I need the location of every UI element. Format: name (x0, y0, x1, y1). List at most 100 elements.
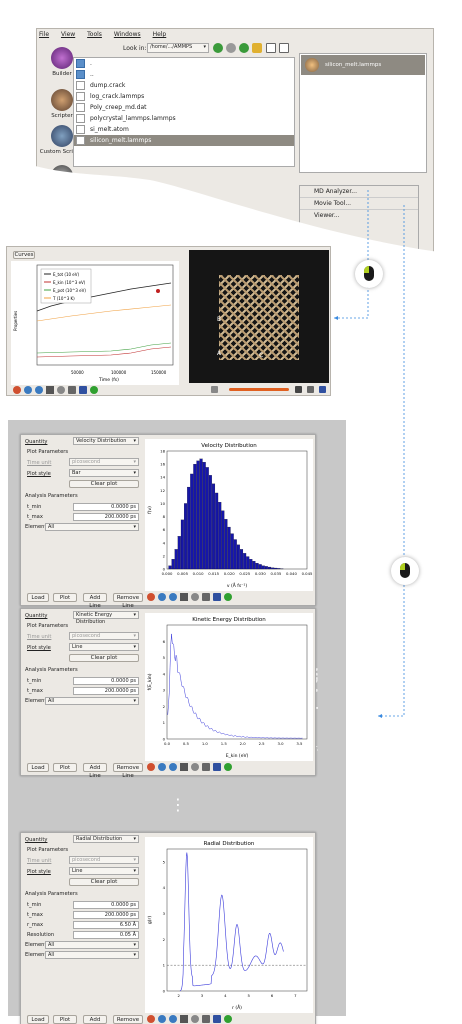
home-icon[interactable] (147, 763, 155, 771)
histogram-bar (271, 567, 275, 570)
configure-icon[interactable] (202, 1015, 210, 1023)
param-field[interactable]: 200.0000 ps (73, 513, 139, 521)
element-combo[interactable]: All (45, 951, 139, 959)
param-field[interactable]: 0.0000 ps (73, 901, 139, 909)
time-unit-combo: picosecond (69, 856, 139, 864)
plot-button[interactable]: Plot (53, 763, 77, 772)
y-tick-label: 4 (163, 885, 166, 890)
histogram-bar (230, 533, 234, 570)
load-button[interactable]: Load (27, 1015, 49, 1024)
param-field[interactable]: 200.0000 ps (73, 687, 139, 695)
remove-line-button[interactable]: Remove Line (113, 763, 143, 779)
check-icon[interactable] (224, 763, 232, 771)
plot-toolbar (147, 1015, 232, 1024)
add-line-button[interactable]: Add Line (83, 593, 107, 609)
x-tick-label: 0.035 (270, 571, 281, 576)
clear-plot-button[interactable]: Clear plot (69, 654, 139, 662)
zoom-icon[interactable] (191, 763, 199, 771)
clear-plot-button[interactable]: Clear plot (69, 480, 139, 488)
forward-icon[interactable] (169, 763, 177, 771)
histogram-bar (277, 568, 281, 570)
back-icon[interactable] (158, 593, 166, 601)
x-tick-label: 2 (177, 993, 180, 998)
md-analyzer-panel: Quantity Velocity Distribution Plot Parame… (20, 434, 316, 609)
time-unit-label: Time unit (27, 460, 52, 466)
y-tick-label: 5 (163, 655, 166, 660)
y-tick-label: 3 (163, 911, 166, 916)
histogram-bar (236, 544, 240, 570)
check-icon[interactable] (224, 1015, 232, 1023)
plot-style-combo[interactable]: Line (69, 867, 139, 875)
x-tick-label: 3 (201, 993, 204, 998)
element-label: Element (25, 698, 47, 704)
plot-button[interactable]: Plot (53, 1015, 77, 1024)
forward-icon[interactable] (169, 1015, 177, 1023)
plot-params-heading: Plot Parameters (27, 449, 69, 455)
plot-style-combo[interactable]: Line (69, 643, 139, 651)
save-icon[interactable] (213, 593, 221, 601)
element-combo[interactable]: All (45, 941, 139, 949)
quantity-combo[interactable]: Radial Distribution (73, 835, 139, 843)
param-field[interactable]: 200.0000 ps (73, 911, 139, 919)
remove-line-button[interactable]: Remove Line (113, 593, 143, 609)
param-field[interactable]: 0.0000 ps (73, 677, 139, 685)
element-combo[interactable]: All (45, 697, 139, 705)
plot-title: Velocity Distribution (201, 443, 257, 449)
param-field[interactable]: 0.05 Å (73, 931, 139, 939)
zoom-icon[interactable] (191, 1015, 199, 1023)
back-icon[interactable] (158, 1015, 166, 1023)
x-tick-label: 6 (271, 993, 274, 998)
remove-line-button[interactable]: Remove Line (113, 1015, 143, 1024)
load-button[interactable]: Load (27, 593, 49, 602)
histogram-bar (218, 502, 222, 570)
x-tick-label: 0.015 (208, 571, 219, 576)
clear-plot-button[interactable]: Clear plot (69, 878, 139, 886)
analysis-params-heading: Analysis Parameters (25, 493, 78, 499)
x-tick-label: 0.0 (164, 741, 171, 746)
pan-icon[interactable] (180, 1015, 188, 1023)
mouse-click-icon (391, 557, 419, 585)
param-label: t_min (27, 678, 42, 684)
quantity-label: Quantity (25, 613, 48, 619)
distribution-plot-svg: Radial Distribution 2 3 4 5 6 7 0 1 2 3 4 5 r (Å) g(r) (147, 841, 308, 1011)
back-icon[interactable] (158, 763, 166, 771)
element-combo[interactable]: All (45, 523, 139, 531)
histogram-bar (184, 503, 188, 570)
y-axis-label: f(v) (147, 506, 153, 514)
x-tick-label: 2.0 (240, 741, 247, 746)
pan-icon[interactable] (180, 763, 188, 771)
param-field[interactable]: 0.0000 ps (73, 503, 139, 511)
plot-style-combo[interactable]: Bar (69, 469, 139, 477)
add-line-button[interactable]: Add Line (83, 1015, 107, 1024)
y-tick-label: 6 (163, 527, 166, 532)
quantity-combo[interactable]: Velocity Distribution (73, 437, 139, 445)
load-button[interactable]: Load (27, 763, 49, 772)
x-tick-label: 1.5 (221, 741, 228, 746)
analysis-params-heading: Analysis Parameters (25, 891, 78, 897)
plot-button[interactable]: Plot (53, 593, 77, 602)
x-axis-label: r (Å) (232, 1004, 242, 1011)
home-icon[interactable] (147, 593, 155, 601)
histogram-bar (208, 475, 212, 570)
x-tick-label: 2.5 (259, 741, 266, 746)
configure-icon[interactable] (202, 593, 210, 601)
param-label: t_max (27, 912, 43, 918)
check-icon[interactable] (224, 593, 232, 601)
param-field[interactable]: 6.50 Å (73, 921, 139, 929)
x-tick-label: 5 (247, 993, 250, 998)
pan-icon[interactable] (180, 593, 188, 601)
add-line-button[interactable]: Add Line (83, 763, 107, 779)
analysis-params-heading: Analysis Parameters (25, 667, 78, 673)
save-icon[interactable] (213, 763, 221, 771)
quantity-combo[interactable]: Kinetic Energy Distribution (73, 611, 139, 625)
zoom-icon[interactable] (191, 593, 199, 601)
x-tick-label: 0.030 (255, 571, 266, 576)
home-icon[interactable] (147, 1015, 155, 1023)
configure-icon[interactable] (202, 763, 210, 771)
forward-icon[interactable] (169, 593, 177, 601)
save-icon[interactable] (213, 1015, 221, 1023)
y-tick-label: 1 (163, 720, 166, 725)
x-axis-label: v (Å fs⁻¹) (227, 582, 247, 589)
plot-params-heading: Plot Parameters (27, 623, 69, 629)
distribution-plot: Kinetic Energy Distribution 0.0 0.5 1.0 1.5 2… (145, 613, 313, 761)
